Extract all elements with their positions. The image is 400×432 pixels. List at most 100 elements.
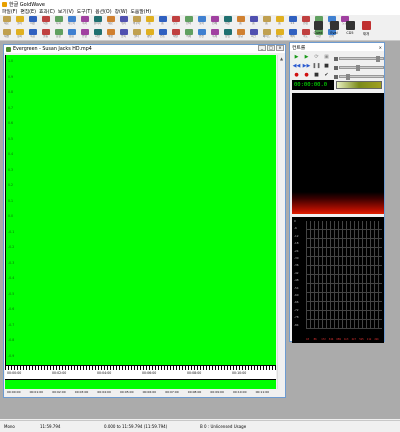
toolbar-button[interactable]: 채널 — [169, 28, 182, 40]
toolbar-button[interactable]: 복사 — [78, 15, 91, 27]
menu-item[interactable]: 옵션(O) — [95, 8, 111, 15]
sound-window[interactable]: Evergreen - Susan Jacks HD.mp4 _ □ × 1.0… — [3, 44, 286, 398]
speed-thumb[interactable] — [346, 74, 350, 80]
toolbar-button[interactable]: 열기 — [13, 15, 26, 27]
toolbar-button-label: 되돌 — [43, 22, 48, 25]
loop-icon[interactable]: ⟳ — [312, 53, 321, 61]
toolbar-button[interactable]: 선택 — [182, 15, 195, 27]
minimize-button[interactable]: _ — [258, 45, 266, 51]
toolbar-button[interactable]: 피크 — [247, 28, 260, 40]
toolbar-button[interactable]: 페이드 — [273, 28, 286, 40]
menu-item[interactable]: 창(W) — [115, 8, 128, 15]
menu-item[interactable]: 효과(C) — [39, 8, 55, 15]
toolbar-button[interactable]: 줌 — [260, 15, 273, 27]
toolbar-button[interactable]: 정지 — [13, 28, 26, 40]
toolbar-button[interactable]: 줌 — [143, 15, 156, 27]
toolbar-button[interactable]: 변조 — [156, 28, 169, 40]
settings-icon[interactable]: ▣ — [322, 53, 331, 61]
toolbar-button[interactable]: 전체 — [208, 15, 221, 27]
toolbar-button-label: 전체 — [212, 22, 217, 25]
time-ruler[interactable]: 00:00:00 00:02:00 00:04:00 00:06:00 00:08:00… — [5, 365, 276, 379]
toolbar-button[interactable]: 반전 — [195, 28, 208, 40]
toolbar-button[interactable]: 볼륨 — [39, 28, 52, 40]
overview-waveform[interactable] — [5, 379, 276, 389]
toolbar-button-label: 바꾸기 — [132, 22, 141, 25]
toolbar-button[interactable]: 새로 — [0, 15, 13, 27]
toolbar-button[interactable]: 붙이기 — [91, 15, 104, 27]
vertical-scrollbar[interactable]: ▲ — [277, 55, 284, 389]
toolbar-button[interactable]: 보기 — [195, 15, 208, 27]
toolbar-button[interactable]: 압축 — [117, 28, 130, 40]
big-tool-button[interactable]: Eval — [327, 16, 341, 40]
menu-item[interactable]: 도움말(H) — [131, 8, 152, 15]
toolbar-button[interactable]: 반향 — [78, 28, 91, 40]
big-tool-button[interactable]: Cued — [311, 16, 325, 40]
db-tick-label: -78 — [294, 315, 299, 320]
toolbar-button[interactable]: 섞기 — [117, 15, 130, 27]
toolbar-button[interactable]: 삽입 — [221, 28, 234, 40]
toolbar-button[interactable]: 지연 — [91, 28, 104, 40]
control-window-titlebar[interactable]: 컨트롤 × — [290, 43, 384, 51]
toolbar-button[interactable]: 줌 — [273, 15, 286, 27]
maximize-button[interactable]: □ — [267, 45, 275, 51]
toolbar-button[interactable]: 저장 — [26, 15, 39, 27]
record-icon[interactable]: ● — [292, 71, 301, 79]
speed-slider[interactable] — [339, 74, 384, 80]
toolbar-button[interactable]: 역재 — [182, 28, 195, 40]
toolbar-button[interactable]: 자르기 — [65, 15, 78, 27]
toolbar-button[interactable]: 필터 — [130, 28, 143, 40]
toolbar-button[interactable]: 바꾸기 — [130, 15, 143, 27]
sound-window-titlebar[interactable]: Evergreen - Susan Jacks HD.mp4 — [4, 45, 285, 53]
amplitude-tick-label: -0.3 — [8, 260, 15, 265]
balance-thumb[interactable] — [356, 65, 360, 71]
big-tool-button[interactable]: 재개 — [359, 16, 373, 40]
play-selection-icon[interactable]: ▶ — [302, 53, 311, 61]
toolbar-button[interactable]: 1:1 — [286, 15, 299, 27]
toolbar-button[interactable]: 되돌 — [39, 15, 52, 27]
toolbar-button[interactable]: 잡음 — [65, 28, 78, 40]
volume-slider[interactable] — [339, 56, 384, 62]
toolbar-button[interactable]: 음향 — [52, 28, 65, 40]
scroll-up-icon[interactable]: ▲ — [278, 55, 285, 62]
record-selection-icon[interactable]: ● — [302, 71, 311, 79]
toolbar-button[interactable]: 재생 — [0, 28, 13, 40]
amplitude-tick-label: -0.1 — [8, 229, 15, 234]
play-icon[interactable]: ▶ — [292, 53, 301, 61]
toolbar-button[interactable]: 배속 — [286, 28, 299, 40]
toolbar-button[interactable]: 평탄 — [143, 28, 156, 40]
toolbar-button[interactable]: 새로 — [104, 15, 117, 27]
fast-forward-icon[interactable]: ▶▶ — [302, 62, 311, 70]
waveform-display[interactable]: 1.0 0.9 0.8 0.7 0.6 0.5 0.4 0.3 0.2 0.1 0.0 -0.1 -0.… — [5, 55, 276, 365]
toolbar-button[interactable]: 페이드 — [260, 28, 273, 40]
toolbar-button[interactable]: 확장 — [104, 28, 117, 40]
stop-icon[interactable]: ■ — [322, 62, 331, 70]
toolbar-button[interactable]: 줌 — [234, 15, 247, 27]
toolbar-button[interactable]: 다시 — [52, 15, 65, 27]
pause-icon[interactable]: ❚❚ — [312, 62, 321, 70]
toolbar-button[interactable]: 모두 — [169, 15, 182, 27]
amplitude-tick-label: 0.8 — [8, 90, 14, 94]
toolbar-button-label: 반전 — [199, 35, 204, 38]
toolbar-button[interactable]: 이전 — [221, 15, 234, 27]
volume-thumb[interactable] — [376, 56, 380, 62]
monitor-icon[interactable]: ✔ — [322, 71, 331, 79]
menu-item[interactable]: 보기(V) — [58, 8, 74, 15]
stop-record-icon[interactable]: ■ — [312, 71, 321, 79]
rewind-icon[interactable]: ◀◀ — [292, 62, 301, 70]
toolbar-button[interactable]: 녹음 — [26, 28, 39, 40]
control-close-icon[interactable]: × — [379, 45, 384, 50]
big-tool-label: Eval — [330, 31, 338, 35]
toolbar-button[interactable]: 줌 — [247, 15, 260, 27]
menu-item[interactable]: 도구(T) — [77, 8, 93, 15]
big-tool-button[interactable]: CD5 — [343, 16, 357, 40]
toolbar-button-label: 피크 — [251, 35, 256, 38]
close-button[interactable]: × — [276, 45, 284, 51]
db-tick-label: -66 — [294, 300, 299, 305]
toolbar-button[interactable]: 줌 — [156, 15, 169, 27]
control-window[interactable]: 컨트롤 × ▶ ▶ ⟳ ▣ ◀◀ ▶▶ ❚❚ ■ ● ● ■ ✔ 00:00:0… — [289, 42, 385, 343]
toolbar-button[interactable]: 복제 — [208, 28, 221, 40]
toolbar-button[interactable]: 정규 — [234, 28, 247, 40]
menu-item[interactable]: 파일(F) — [2, 8, 17, 15]
menu-item[interactable]: 편집(E) — [20, 8, 36, 15]
balance-slider[interactable] — [339, 65, 384, 71]
